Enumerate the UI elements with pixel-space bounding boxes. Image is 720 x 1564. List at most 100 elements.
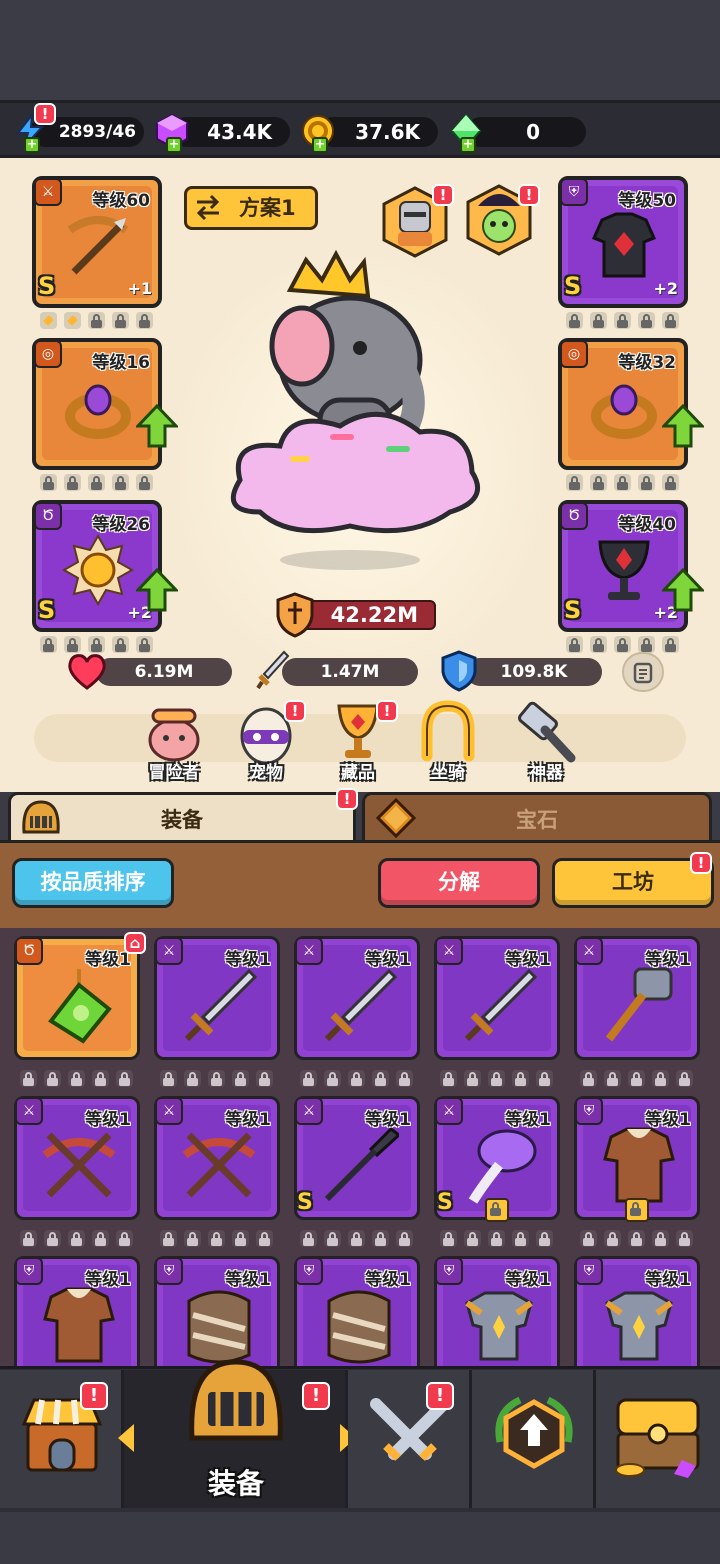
sword-icon [256,650,290,690]
socket-row [40,312,153,330]
game-screen: { "resources": { "energy": "2893/46", "g… [0,0,720,1564]
sword-category-icon: ⚔ [15,1097,43,1125]
status-area [0,0,720,100]
nav-upgrade[interactable] [472,1370,596,1508]
armor-category-icon: ⛨ [15,1257,43,1285]
alert-badge: ! [426,1382,454,1410]
equip-slot-trophy[interactable]: Ծ 等级40 S +2 [558,500,688,632]
ring-category-icon: ◎ [560,340,588,368]
socket-row [300,1230,413,1248]
alert-badge: ! [80,1382,108,1410]
plus-icon[interactable]: + [24,137,40,153]
sword-category-icon: ⚔ [295,937,323,965]
socket-row [580,1230,693,1248]
inventory-item[interactable]: ⚔ 等级1 [294,936,420,1060]
dismantle-button[interactable]: 分解 [378,858,540,908]
sword-icon [184,968,258,1042]
plus-icon[interactable]: + [460,137,476,153]
pendant-icon [48,969,112,1044]
sort-by-quality-button[interactable]: 按品质排序 [12,858,174,908]
socket-row [566,312,679,330]
menu-label: 冒险者 [148,763,200,783]
sword-category-icon: ⚔ [155,1097,183,1125]
chevron-left-icon[interactable] [114,1422,138,1454]
crystal-counter[interactable]: + 0 [450,113,586,153]
inventory-item[interactable]: ⚔ 等级1 [154,936,280,1060]
menu-artifact[interactable]: 神器 [504,700,588,783]
iron-armor-icon [605,1291,673,1361]
menu-label: 藏品 [341,763,375,783]
equipment-helmet-icon [189,1359,283,1441]
defense-value: 109.8K [500,662,568,682]
level-label: 等级32 [618,353,676,373]
socket-row [300,1070,413,1088]
alert-badge: ! [518,184,540,206]
equip-slot-amulet[interactable]: Ծ 等级26 S +2 [32,500,162,632]
upgrade-arrow-icon[interactable] [136,404,178,448]
resource-bar: + 2893/46 ! + 43.4K + 37.6K + 0 [0,100,720,158]
level-label: 等级1 [85,1110,131,1130]
coin-counter[interactable]: + 37.6K [302,115,438,153]
upgrade-arrow-icon[interactable] [662,404,704,448]
grade-label: S [38,596,56,624]
gem-counter[interactable]: + 43.4K [156,113,290,153]
crystal-value: 0 [526,120,540,144]
inventory-item[interactable]: ⚔ 等级1 S [294,1096,420,1220]
artifact-hammer-icon [518,701,576,763]
alert-badge: ! [34,103,56,125]
hp-value: 6.19M [134,662,194,682]
plus-icon[interactable]: + [166,137,182,153]
level-label: 等级1 [225,950,271,970]
enhance-label: +2 [653,279,678,298]
level-label: 等级1 [645,1110,691,1130]
armor-category-icon: ⛨ [575,1257,603,1285]
amulet-category-icon: Ծ [15,937,43,965]
armor-category-icon: ⛨ [435,1257,463,1285]
amulet-category-icon: Ծ [34,502,62,530]
menu-adventurer[interactable]: 冒险者 [132,700,216,783]
loadout-scheme-button[interactable]: 方案1 [184,186,318,230]
nav-treasure[interactable] [596,1370,720,1508]
inventory-item[interactable]: ⛨ 等级1 [574,1256,700,1380]
heart-icon [68,654,106,690]
inventory-item[interactable]: ⚔ 等级1 [154,1096,280,1220]
workshop-label: 工坊 [612,870,654,894]
energy-counter[interactable]: + 2893/46 ! [15,103,144,153]
upgrade-arrow-icon[interactable] [136,568,178,612]
inventory-item[interactable]: ⛨ 等级1 [294,1256,420,1380]
socket-row [440,1230,553,1248]
system-bar [0,1512,720,1564]
socket-row [440,1070,553,1088]
alert-badge: ! [302,1382,330,1410]
energy-value: 2893/46 [58,122,136,142]
grade-label: S [564,272,582,300]
upgrade-arrow-icon[interactable] [662,568,704,612]
inventory-item[interactable]: ⛨ 等级1 [434,1256,560,1380]
hp-stat: 6.19M [96,658,232,686]
equip-slot-armor[interactable]: ⛨ 等级50 S +2 [558,176,688,308]
inventory-item[interactable]: Ծ 等级1 [14,936,140,1060]
inventory-item[interactable]: ⚔ 等级1 [14,1096,140,1220]
alert-badge: ! [336,788,358,810]
alert-badge: ! [690,852,712,874]
level-label: 等级1 [505,950,551,970]
level-label: 等级50 [618,191,676,211]
sword-category-icon: ⚔ [575,937,603,965]
armor-category-icon: ⛨ [295,1257,323,1285]
level-label: 等级1 [365,950,411,970]
grade-label: S [297,1190,313,1215]
stats-detail-button[interactable] [622,652,664,692]
plus-icon[interactable]: + [312,137,328,153]
equip-slot-weapon[interactable]: ⚔ 等级60 S +1 [32,176,162,308]
inventory-item[interactable]: ⛨ 等级1 [14,1256,140,1380]
spear-icon [324,1127,399,1202]
inventory-item[interactable]: ⚔ 等级1 [574,936,700,1060]
inventory-item[interactable]: ⚔ 等级1 [434,936,560,1060]
document-list-icon [633,662,653,684]
menu-mount[interactable]: 坐骑 [406,700,490,783]
socket-row [566,474,679,492]
defense-stat: 109.8K [466,658,602,686]
crossbow-icon [67,216,129,275]
level-label: 等级1 [645,950,691,970]
sword-icon [324,968,398,1042]
